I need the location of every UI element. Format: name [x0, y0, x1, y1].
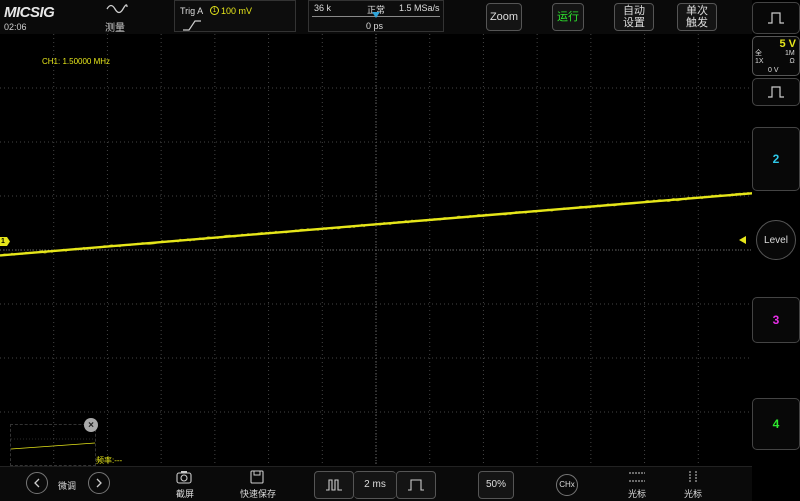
brand-logo: MICSIG	[4, 4, 55, 21]
fine-left-button[interactable]	[26, 472, 48, 494]
zoom-button[interactable]: Zoom	[486, 3, 522, 31]
chx-circle: CHx	[556, 474, 578, 496]
quick-save-label[interactable]: 快速保存	[240, 487, 276, 500]
memory-depth: 36 k	[314, 3, 332, 13]
trigger-source-badge: 1	[210, 6, 219, 15]
single-trigger-button[interactable]: 单次 触发	[677, 3, 717, 31]
trigger-level-arrow-icon[interactable]	[739, 236, 746, 244]
ch1-bandwidth: 全	[755, 50, 762, 57]
ch1-impedance: 1M Ω	[785, 50, 795, 66]
vertical-cursor-label[interactable]: 光标	[684, 487, 702, 500]
trigger-level-knob[interactable]: Level	[756, 220, 796, 260]
trigger-position-button[interactable]: 50%	[478, 471, 514, 499]
rising-edge-icon	[183, 20, 201, 31]
pulse-toggle-button[interactable]	[752, 78, 800, 106]
horizontal-cursor-icon[interactable]	[628, 470, 646, 484]
clock: 02:06	[4, 22, 27, 32]
ch1-frequency-readout: CH1: 1.50000 MHz	[42, 57, 111, 66]
auto-setup-line2: 设置	[623, 17, 645, 29]
timebase-decrease-button[interactable]	[314, 471, 354, 499]
run-button[interactable]: 运行	[552, 3, 584, 31]
trigger-level: 100 mV	[221, 6, 253, 16]
overview-trace-icon	[10, 438, 96, 450]
horizontal-cursor-label[interactable]: 光标	[628, 487, 646, 500]
ch1-volts-per-div: 5 V	[779, 38, 796, 50]
waveform-overview[interactable]	[10, 424, 96, 466]
frequency-counter: 频率:---	[96, 456, 123, 465]
sample-rate: 1.5 MSa/s	[399, 3, 440, 13]
position-marker-icon[interactable]	[372, 12, 380, 18]
timebase-value[interactable]: 2 ms	[354, 471, 396, 499]
chx-label: CHx	[559, 480, 575, 489]
ch1-marker-label: 1	[1, 238, 5, 245]
horizontal-delay: 0 ps	[366, 21, 384, 31]
ch1-probe-ratio: 1X	[755, 58, 764, 65]
fine-adjust-label: 微调	[58, 481, 77, 491]
overview-close-button[interactable]: ×	[84, 418, 98, 432]
chevron-left-icon	[34, 478, 40, 488]
auto-setup-line1: 自动	[623, 5, 645, 17]
channel-select-button[interactable]: CHx	[552, 471, 582, 499]
save-icon[interactable]	[250, 470, 264, 484]
measure-button-label[interactable]: 测量	[105, 19, 125, 34]
measure-icon[interactable]	[106, 2, 128, 16]
chevron-right-icon	[96, 478, 102, 488]
ch1-impedance-value: 1M	[785, 50, 795, 57]
pulse-toggle-button-top[interactable]	[752, 2, 800, 34]
single-trigger-line1: 单次	[686, 5, 708, 17]
narrow-pulse-icon	[326, 479, 342, 491]
auto-setup-button[interactable]: 自动 设置	[614, 3, 654, 31]
waveform-grid[interactable]	[0, 34, 752, 466]
vertical-cursor-icon[interactable]	[686, 470, 700, 484]
ch3-label: 3	[772, 313, 780, 327]
wide-pulse-icon	[408, 479, 424, 491]
ch2-label: 2	[772, 152, 780, 166]
ch1-coupling: 全 1X	[755, 50, 764, 66]
ch2-button[interactable]: 2	[752, 127, 800, 191]
ch3-button[interactable]: 3	[752, 297, 800, 343]
trigger-type: Trig A	[180, 6, 204, 16]
fine-right-button[interactable]	[88, 472, 110, 494]
trigger-source: 1	[212, 7, 217, 14]
ch1-impedance-unit: Ω	[789, 58, 795, 65]
ch4-label: 4	[772, 417, 780, 431]
ch4-button[interactable]: 4	[752, 398, 800, 450]
screenshot-label[interactable]: 截屏	[176, 487, 194, 500]
pulse-icon	[768, 12, 784, 24]
pulse-icon-2	[768, 86, 784, 98]
single-trigger-line2: 触发	[686, 17, 708, 29]
ch1-offset: 0 V	[768, 67, 779, 74]
camera-icon[interactable]	[176, 470, 192, 484]
timebase-increase-button[interactable]	[396, 471, 436, 499]
